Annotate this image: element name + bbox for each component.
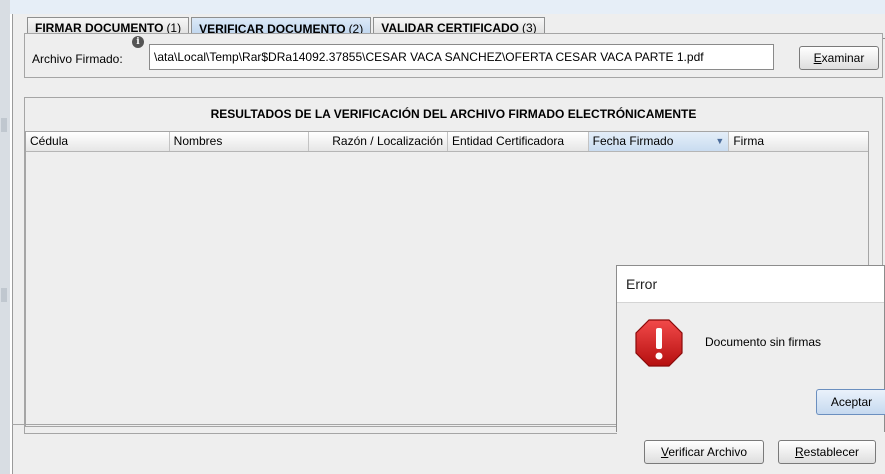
column-header-firma[interactable]: Firma bbox=[729, 132, 868, 151]
browse-label: xaminar bbox=[821, 51, 865, 65]
verify-label: erificar Archivo bbox=[668, 445, 748, 459]
reset-mnemonic: R bbox=[794, 445, 804, 459]
file-selection-panel: Archivo Firmado: i \ata\Local\Temp\Rar$D… bbox=[24, 33, 883, 78]
dialog-title: Error bbox=[626, 276, 658, 292]
browse-mnemonic: E bbox=[813, 51, 822, 65]
column-label: Fecha Firmado bbox=[592, 134, 674, 148]
column-header-cedula[interactable]: Cédula bbox=[26, 132, 170, 151]
column-label: Cédula bbox=[30, 134, 69, 148]
info-icon[interactable]: i bbox=[132, 36, 144, 48]
edge-mark bbox=[1, 288, 7, 302]
accept-button[interactable]: Aceptar bbox=[816, 389, 885, 415]
column-label: Nombres bbox=[173, 134, 223, 148]
column-header-nombres[interactable]: Nombres bbox=[170, 132, 310, 151]
column-header-entidad[interactable]: Entidad Certificadora bbox=[448, 132, 589, 151]
column-label: Razón / Localización bbox=[332, 134, 443, 148]
column-label: Entidad Certificadora bbox=[452, 134, 565, 148]
error-icon bbox=[635, 319, 683, 367]
table-header: Cédula Nombres Razón / Localización Enti… bbox=[26, 132, 868, 152]
dialog-body: Documento sin firmas Aceptar bbox=[617, 302, 885, 434]
edge-mark bbox=[1, 118, 7, 132]
file-label: Archivo Firmado: bbox=[32, 52, 123, 66]
results-title: RESULTADOS DE LA VERIFICACIÓN DEL ARCHIV… bbox=[210, 107, 697, 121]
browse-button[interactable]: Examinar bbox=[799, 46, 879, 70]
error-dialog: Error Documento sin firmas Aceptar bbox=[616, 265, 885, 434]
background-band bbox=[0, 0, 885, 14]
reset-label: establecer bbox=[803, 445, 860, 459]
column-label: Firma bbox=[733, 134, 765, 148]
verify-file-button[interactable]: Verificar Archivo bbox=[644, 440, 764, 464]
dialog-message: Documento sin firmas bbox=[705, 335, 822, 349]
column-header-razon[interactable]: Razón / Localización bbox=[309, 132, 448, 151]
signed-file-path-input[interactable]: \ata\Local\Temp\Rar$DRa14092.37855\CESAR… bbox=[149, 44, 774, 70]
window-edge bbox=[0, 0, 10, 474]
column-header-fecha-firmado[interactable]: Fecha Firmado ▼ bbox=[588, 132, 730, 151]
reset-button[interactable]: Restablecer bbox=[778, 440, 876, 464]
sort-descending-icon: ▼ bbox=[715, 136, 725, 146]
